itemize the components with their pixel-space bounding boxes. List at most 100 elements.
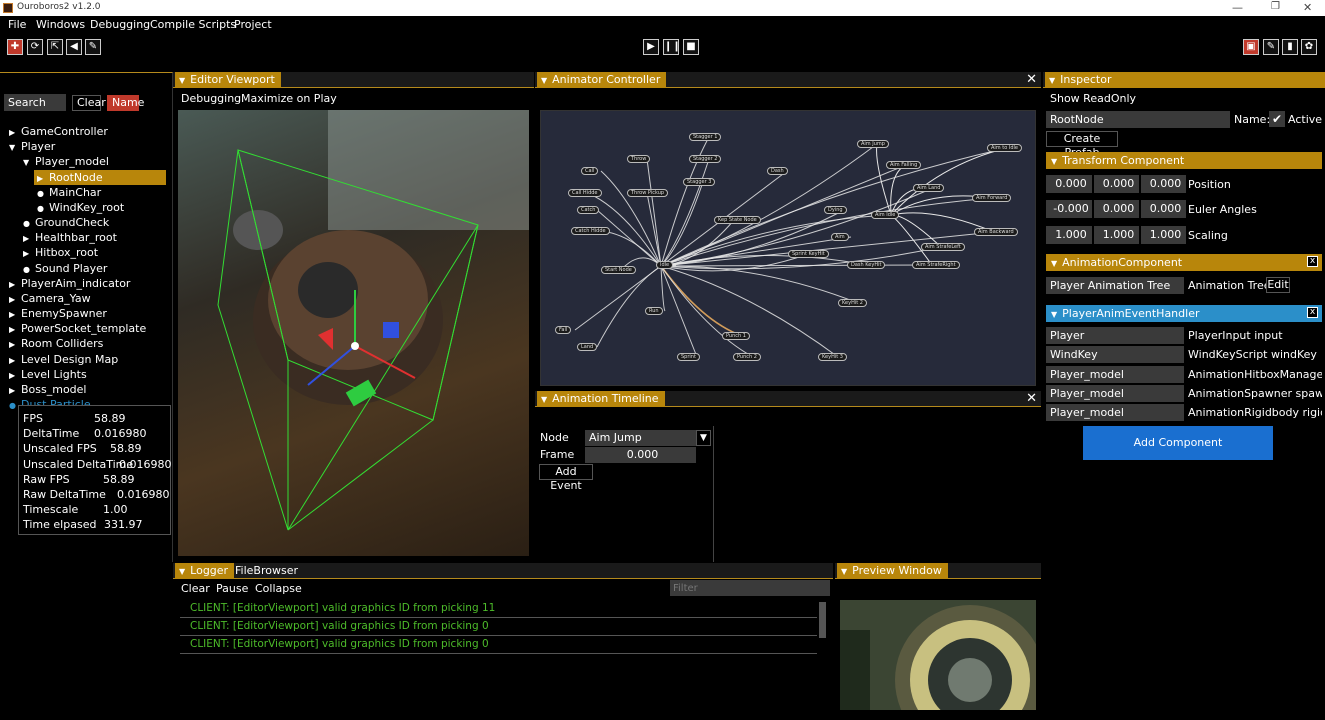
tree-item[interactable]: ▶ GameController [9, 124, 108, 139]
handler-field-source[interactable]: Player_model [1046, 365, 1184, 383]
state-node[interactable]: Aim Backward [974, 228, 1018, 236]
arrow-left-icon[interactable]: ◀ [66, 39, 82, 55]
pause-icon[interactable]: ❙❙ [663, 39, 681, 55]
gizmo-scale-icon[interactable]: ⇱ [47, 39, 63, 55]
tree-item[interactable]: ▶ Level Design Map [9, 352, 118, 367]
bullet-icon[interactable]: ● [23, 262, 35, 277]
tree-item[interactable]: ▶ Boss_model [9, 382, 87, 397]
expanded-arrow-icon[interactable]: ▼ [9, 140, 21, 155]
gizmo-move-icon[interactable]: ✚ [7, 39, 23, 55]
state-node[interactable]: Sprint [677, 353, 700, 361]
state-node[interactable]: Catch [577, 206, 600, 214]
animation-component-header[interactable]: ▼ AnimationComponent x [1046, 254, 1322, 271]
state-node[interactable]: Stagger 2 [689, 155, 722, 163]
tree-item[interactable]: ▶ Camera_Yaw [9, 291, 91, 306]
collapsed-arrow-icon[interactable]: ▶ [9, 307, 21, 322]
battery-icon[interactable]: ▮ [1282, 39, 1298, 55]
edit-pen-icon[interactable]: ✎ [1263, 39, 1279, 55]
position-x-field[interactable]: 0.000 [1046, 175, 1092, 193]
add-component-button[interactable]: Add Component [1083, 426, 1273, 460]
menu-compile-scripts[interactable]: Compile Scripts [150, 18, 236, 31]
state-node[interactable]: Throw Pickup [627, 189, 669, 197]
euler-x-field[interactable]: -0.000 [1046, 200, 1092, 218]
add-event-button[interactable]: Add Event [539, 464, 593, 492]
tree-item[interactable]: ● WindKey_root [37, 200, 124, 215]
collapsed-arrow-icon[interactable]: ▶ [9, 322, 21, 337]
transition-line[interactable] [660, 265, 839, 358]
transition-line[interactable] [890, 147, 1008, 216]
state-node[interactable]: Idle [656, 261, 674, 269]
tree-item[interactable]: ● GroundCheck [23, 215, 109, 230]
animation-tree-field[interactable]: Player Animation Tree [1046, 277, 1184, 294]
hierarchy-name-button[interactable]: Name [107, 95, 144, 111]
state-node[interactable]: Punch 2 [733, 353, 761, 361]
viewport-3d-scene[interactable] [178, 110, 529, 556]
tree-item[interactable]: ▶ Level Lights [9, 367, 87, 382]
tab-filebrowser[interactable]: FileBrowser [231, 563, 304, 579]
position-z-field[interactable]: 0.000 [1141, 175, 1186, 193]
collapsed-arrow-icon[interactable]: ▶ [9, 277, 21, 292]
tree-item[interactable]: ▶ PlayerAim_indicator [9, 276, 130, 291]
state-node[interactable]: Kep State Node [714, 216, 761, 224]
state-node[interactable]: KeyHit 3 [818, 353, 847, 361]
euler-z-field[interactable]: 0.000 [1141, 200, 1186, 218]
tab-animation-timeline[interactable]: ▼ Animation Timeline [537, 391, 665, 407]
timeline-node-select[interactable]: Aim Jump [585, 430, 696, 446]
tree-item[interactable]: ▶ Room Colliders [9, 336, 103, 351]
anim-event-handler-header[interactable]: ▼ PlayerAnimEventHandler x [1046, 305, 1322, 322]
collapsed-arrow-icon[interactable]: ▶ [23, 231, 35, 246]
menu-debugging[interactable]: Debugging [90, 18, 150, 31]
tree-item[interactable]: ▶ Healthbar_root [23, 230, 117, 245]
state-node[interactable]: Aim StrafeRight [912, 261, 960, 269]
animator-graph-canvas[interactable]: Stagger 1 Throw Stagger 2 Call Dash Aim Jump A… [540, 110, 1036, 386]
state-node[interactable]: Sprint KeyHit [788, 250, 829, 258]
state-node[interactable]: Punch 1 [722, 332, 750, 340]
collapsed-arrow-icon[interactable]: ▶ [9, 353, 21, 368]
state-node[interactable]: Dash KeyHit [847, 261, 886, 269]
transition-line[interactable] [660, 255, 868, 267]
collapsed-arrow-icon[interactable]: ▶ [37, 171, 49, 186]
maximize-icon[interactable]: ❐ [1271, 1, 1280, 12]
state-node[interactable]: Fall [555, 326, 572, 334]
menu-project[interactable]: Project [234, 18, 272, 31]
state-node[interactable]: Run [645, 307, 663, 315]
scale-x-field[interactable]: 1.000 [1046, 226, 1092, 244]
tab-inspector[interactable]: ▼ Inspector [1045, 72, 1325, 88]
state-node[interactable]: Aim Jump [857, 140, 889, 148]
tree-item[interactable]: ▶ RootNode [34, 169, 166, 186]
edit-animation-tree-button[interactable]: Edit [1266, 277, 1290, 293]
state-node[interactable]: Aim Falling [886, 161, 922, 169]
tree-item[interactable]: ● Sound Player [23, 261, 107, 276]
log-line[interactable]: CLIENT: [EditorViewport] valid graphics … [190, 638, 489, 650]
state-node[interactable]: Aim to Idle [987, 144, 1022, 152]
bullet-icon[interactable]: ● [37, 186, 49, 201]
handler-field-source[interactable]: Player [1046, 327, 1184, 344]
state-node[interactable]: Call [581, 167, 599, 175]
log-line[interactable]: CLIENT: [EditorViewport] valid graphics … [190, 602, 495, 614]
bullet-icon[interactable]: ● [37, 201, 49, 216]
menu-file[interactable]: File [8, 18, 26, 31]
state-node[interactable]: Dash [767, 167, 788, 175]
create-prefab-button[interactable]: Create Prefab [1046, 131, 1118, 159]
menu-windows[interactable]: Windows [36, 18, 85, 31]
transition-line[interactable] [660, 265, 743, 337]
state-node[interactable]: Dying [824, 206, 847, 214]
collapsed-arrow-icon[interactable]: ▶ [23, 246, 35, 261]
state-node[interactable]: Stagger 1 [689, 133, 722, 141]
collapsed-arrow-icon[interactable]: ▶ [9, 125, 21, 140]
tree-item[interactable]: ▼ Player_model [23, 154, 109, 169]
state-node[interactable]: Catch Hidde [571, 227, 610, 235]
transform-component-header[interactable]: ▼ Transform Component [1046, 152, 1322, 169]
tree-item[interactable]: ▼ Player [9, 139, 55, 154]
transition-line[interactable] [660, 265, 666, 312]
stop-icon[interactable]: ■ [683, 39, 699, 55]
state-node[interactable]: KeyHit 2 [838, 299, 867, 307]
play-icon[interactable]: ▶ [643, 39, 659, 55]
tree-item[interactable]: ▶ Hitbox_root [23, 245, 98, 260]
pencil-icon[interactable]: ✎ [85, 39, 101, 55]
state-node[interactable]: Aim Land [913, 184, 945, 192]
remove-component-icon[interactable]: x [1307, 307, 1318, 318]
lock-icon[interactable]: ▣ [1243, 39, 1259, 55]
euler-y-field[interactable]: 0.000 [1094, 200, 1139, 218]
hierarchy-clear-button[interactable]: Clear [72, 95, 106, 111]
